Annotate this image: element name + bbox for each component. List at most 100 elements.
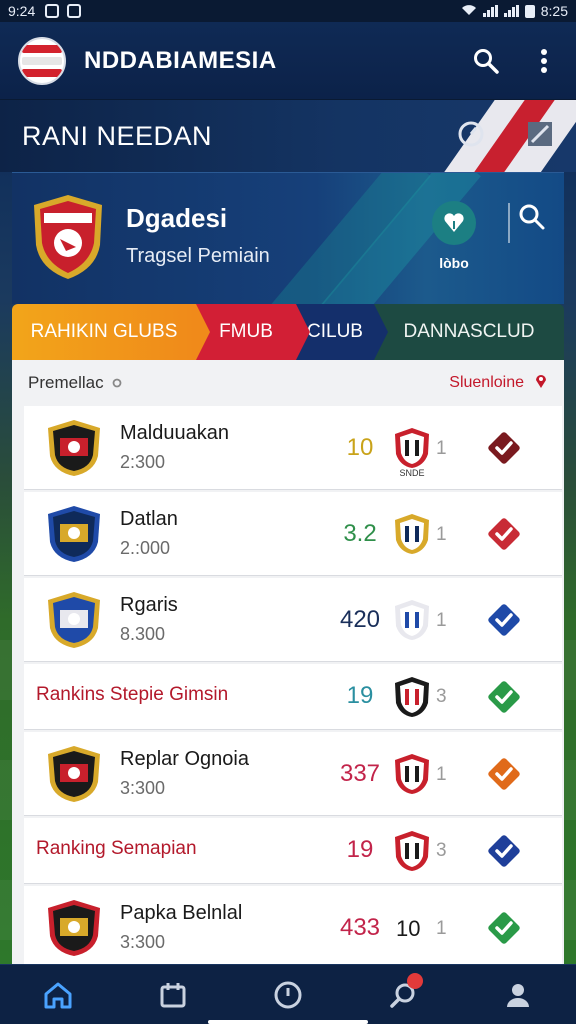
app-title: NDDABIAMESIA — [84, 46, 277, 74]
battery-icon — [524, 4, 535, 18]
featured-club-card[interactable]: Dgadesi Tragsel Pemiain lòbo — [12, 172, 564, 304]
club-points: 3:300 — [120, 778, 166, 798]
more-vert-icon[interactable] — [530, 47, 558, 75]
club-count: 3 — [436, 686, 447, 707]
club-score: 3.2 — [343, 520, 377, 547]
checkmark-icon[interactable] — [486, 602, 522, 638]
table-row[interactable]: Ranking Semapian 19 3 — [24, 818, 562, 884]
opponent-crest-icon — [392, 512, 432, 556]
profile-icon[interactable] — [490, 971, 546, 1019]
opponent-crest-icon — [392, 752, 432, 796]
category-tabs: RAHIKIN GLUBS FMUB CILUB DANNASCLUD — [12, 304, 564, 360]
checkmark-icon[interactable] — [486, 756, 522, 792]
vote-label: lòbo — [439, 255, 469, 271]
ranking-list-panel: Premellac Sluenloine Malduuakan 2:300 10 — [12, 360, 564, 964]
club-score: 19 — [346, 836, 374, 863]
tab-fmub[interactable]: FMUB — [196, 304, 310, 360]
sports-ball-icon[interactable] — [458, 121, 484, 152]
calendar-icon[interactable] — [145, 971, 201, 1019]
tab-divider — [196, 304, 210, 360]
club-name: Replar Ognoia — [120, 748, 249, 770]
club-extra-value: 10 — [396, 916, 421, 941]
club-count: 3 — [436, 840, 447, 861]
checkmark-icon[interactable] — [486, 833, 522, 869]
club-count: 1 — [436, 438, 447, 459]
club-name: Datlan — [120, 508, 178, 530]
club-crest-icon — [44, 504, 104, 564]
tab-divider — [374, 304, 388, 360]
club-count: 1 — [436, 918, 447, 939]
heart-shield-icon — [432, 201, 476, 245]
list-left-label: Premellac — [28, 373, 104, 392]
club-name: Malduuakan — [120, 422, 229, 444]
notification-badge — [407, 972, 424, 989]
tab-dannasclud[interactable]: DANNASCLUD — [374, 304, 564, 360]
search-icon[interactable] — [472, 47, 500, 75]
club-points: 8.300 — [120, 624, 166, 644]
club-points: 2.:000 — [120, 538, 171, 558]
app-bar: NDDABIAMESIA — [0, 22, 576, 100]
club-points: 3:300 — [120, 932, 166, 952]
table-row[interactable]: Papka Belnlal 3:300 433 10 1 — [24, 886, 562, 964]
checkmark-icon[interactable] — [486, 430, 522, 466]
list-header: Premellac Sluenloine — [12, 360, 564, 406]
opponent-crest-icon — [392, 675, 432, 719]
club-points: 2:300 — [120, 452, 166, 472]
ranking-banner: Ranking Semapian — [36, 838, 197, 859]
section-header: RANI NEEDAN — [0, 100, 576, 172]
featured-subtitle: Tragsel Pemiain — [126, 245, 270, 267]
tab-divider — [296, 304, 310, 360]
table-row[interactable]: Replar Ognoia 3:300 337 1 — [24, 732, 562, 816]
home-indicator[interactable] — [208, 1020, 368, 1024]
section-title: RANI NEEDAN — [22, 120, 213, 151]
checkmark-icon[interactable] — [486, 910, 522, 946]
signal-icon — [503, 5, 519, 17]
opponent-crest-icon — [392, 829, 432, 873]
club-crest-icon — [44, 590, 104, 650]
search-icon[interactable] — [375, 971, 431, 1019]
club-score: 10 — [346, 434, 374, 461]
table-row[interactable]: Rankins Stepie Gimsin 19 3 — [24, 664, 562, 730]
checkmark-icon[interactable] — [486, 679, 522, 715]
ranking-rows: Malduuakan 2:300 10 SNDE 1 Datlan 2.:000 3.2 — [24, 406, 562, 964]
app-logo — [18, 36, 66, 85]
club-crest-icon — [44, 418, 104, 478]
opponent-crest-icon — [392, 426, 432, 470]
club-crest-icon — [44, 898, 104, 958]
opponent-label: SNDE — [399, 468, 425, 478]
club-name: Rgaris — [120, 594, 178, 616]
notification-icon — [45, 4, 60, 18]
compass-icon[interactable] — [260, 971, 316, 1019]
featured-title: Dgadesi — [126, 203, 228, 233]
club-count: 1 — [436, 524, 447, 545]
table-row[interactable]: Rgaris 8.300 420 1 — [24, 578, 562, 662]
pin-icon[interactable] — [112, 373, 122, 393]
tab-ranking-clubs[interactable]: RAHIKIN GLUBS — [12, 304, 210, 360]
table-row[interactable]: Malduuakan 2:300 10 SNDE 1 — [24, 406, 562, 490]
club-score: 420 — [339, 606, 381, 633]
club-score: 19 — [346, 682, 374, 709]
wifi-icon — [461, 3, 477, 19]
home-icon[interactable] — [30, 971, 86, 1019]
search-icon[interactable] — [518, 203, 546, 236]
club-score: 433 — [339, 914, 381, 941]
divider — [508, 203, 510, 243]
bottom-navigation — [0, 964, 576, 1024]
location-pin-icon[interactable] — [534, 373, 548, 394]
list-right-label[interactable]: Sluenloine — [449, 374, 524, 392]
table-row[interactable]: Datlan 2.:000 3.2 1 — [24, 492, 562, 576]
checkmark-icon[interactable] — [486, 516, 522, 552]
club-name: Papka Belnlal — [120, 902, 243, 924]
status-bar: 9:24 8:25 — [0, 0, 576, 22]
club-crest-icon — [44, 744, 104, 804]
expand-icon[interactable] — [526, 120, 554, 153]
opponent-crest-icon — [392, 598, 432, 642]
club-score: 337 — [339, 760, 381, 787]
status-time: 9:24 — [8, 3, 36, 19]
status-time-right: 8:25 — [540, 3, 568, 19]
signal-icon — [482, 5, 498, 17]
ranking-banner: Rankins Stepie Gimsin — [36, 684, 229, 705]
club-count: 1 — [436, 610, 447, 631]
club-crest-icon — [30, 193, 106, 281]
vote-button[interactable]: lòbo — [416, 201, 492, 271]
